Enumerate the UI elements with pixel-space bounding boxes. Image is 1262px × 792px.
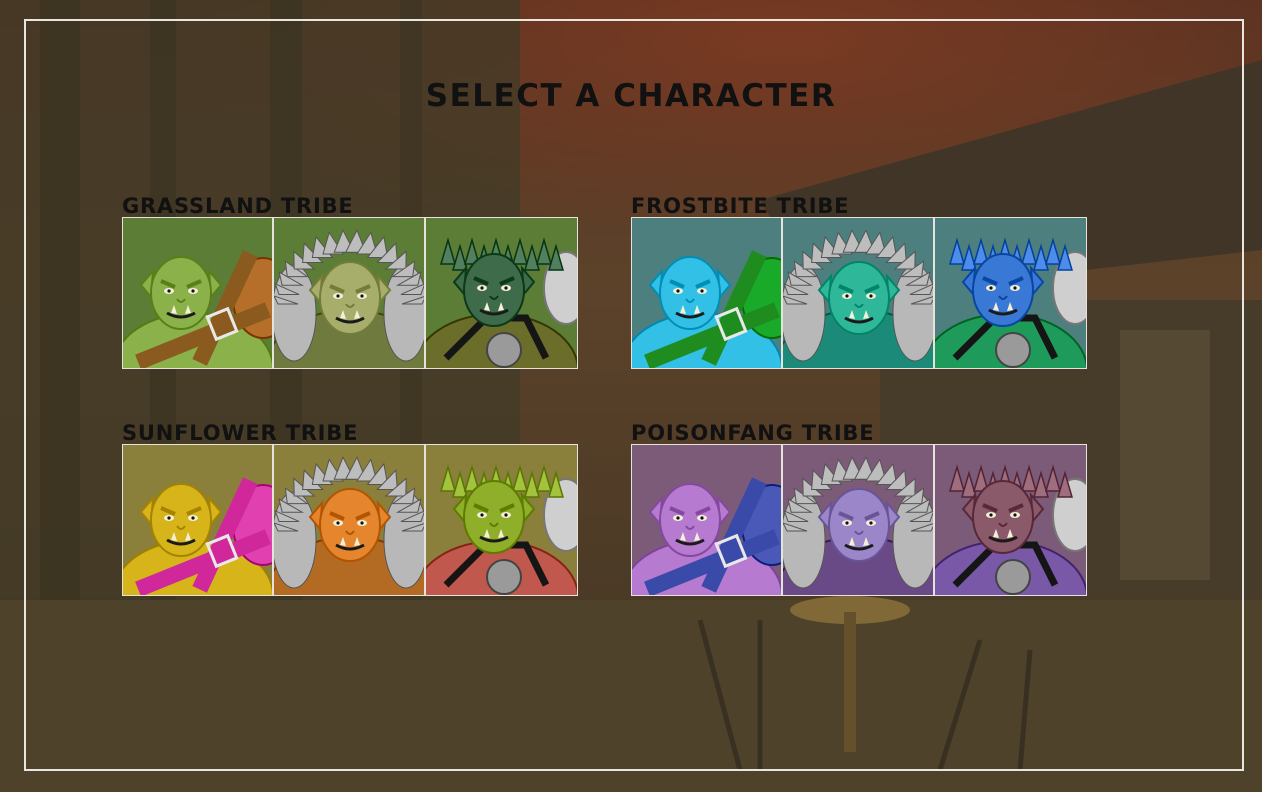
character-portrait[interactable] <box>123 445 275 595</box>
screen-title: SELECT A CHARACTER <box>425 78 837 114</box>
character-portraits <box>631 217 1087 369</box>
character-portrait[interactable] <box>425 218 578 368</box>
character-portrait[interactable] <box>783 218 935 368</box>
tribe-name: GRASSLAND TRIBE <box>122 194 354 218</box>
orc-furcloak-icon <box>274 218 424 368</box>
orc-spiked-icon <box>934 218 1087 368</box>
tribe-name: SUNFLOWER TRIBE <box>122 421 359 445</box>
character-portrait[interactable] <box>274 218 426 368</box>
orc-furcloak-icon <box>274 445 424 595</box>
orc-brute-icon <box>632 445 782 595</box>
orc-furcloak-icon <box>783 445 933 595</box>
character-portrait[interactable] <box>783 445 935 595</box>
character-portrait[interactable] <box>123 218 275 368</box>
character-portraits <box>631 444 1087 596</box>
tribe-group-grassland: GRASSLAND TRIBE <box>122 193 578 369</box>
orc-brute-icon <box>123 218 273 368</box>
character-portrait[interactable] <box>425 445 578 595</box>
character-portrait[interactable] <box>274 445 426 595</box>
character-portraits <box>122 217 578 369</box>
tribe-name: FROSTBITE TRIBE <box>631 194 850 218</box>
character-portrait[interactable] <box>934 218 1087 368</box>
menu-frame <box>24 19 1244 771</box>
tribe-group-frostbite: FROSTBITE TRIBE <box>631 193 1087 369</box>
character-portrait[interactable] <box>632 445 784 595</box>
orc-spiked-icon <box>425 445 578 595</box>
orc-furcloak-icon <box>783 218 933 368</box>
orc-brute-icon <box>632 218 782 368</box>
character-portrait[interactable] <box>934 445 1087 595</box>
character-portrait[interactable] <box>632 218 784 368</box>
orc-spiked-icon <box>934 445 1087 595</box>
orc-spiked-icon <box>425 218 578 368</box>
orc-brute-icon <box>123 445 273 595</box>
tribe-name: POISONFANG TRIBE <box>631 421 875 445</box>
tribe-group-poisonfang: POISONFANG TRIBE <box>631 420 1087 596</box>
tribe-group-sunflower: SUNFLOWER TRIBE <box>122 420 578 596</box>
character-portraits <box>122 444 578 596</box>
